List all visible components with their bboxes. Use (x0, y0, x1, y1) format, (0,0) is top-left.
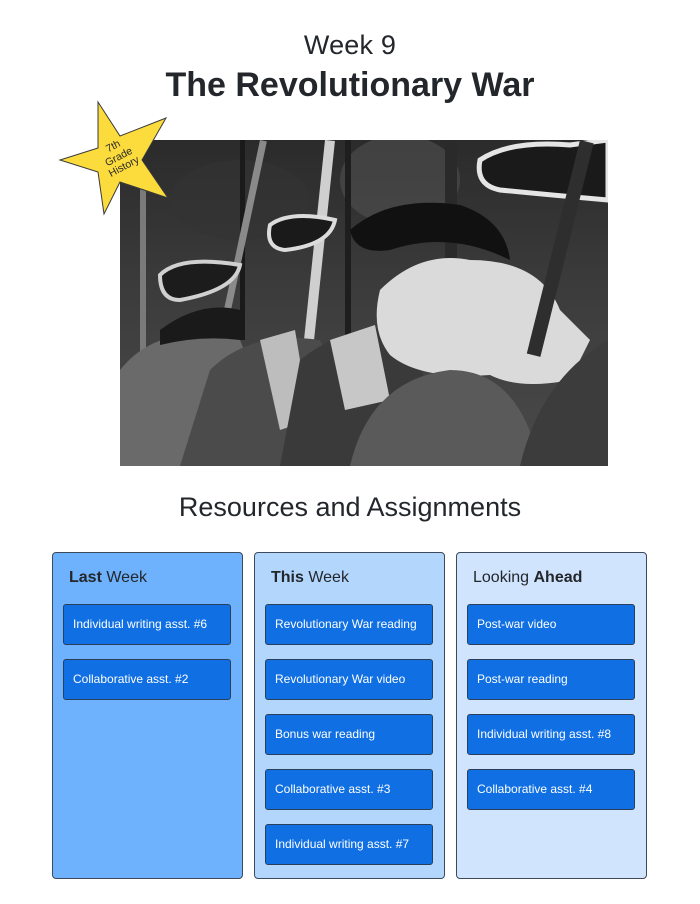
assignment-link[interactable]: Bonus war reading (265, 714, 433, 755)
column-header-rest: Week (303, 569, 349, 586)
column-header-bold: This (271, 569, 304, 586)
assignment-link[interactable]: Individual writing asst. #6 (63, 604, 231, 645)
assignment-link[interactable]: Post-war video (467, 604, 635, 645)
assignment-link[interactable]: Collaborative asst. #4 (467, 769, 635, 810)
assignment-link[interactable]: Revolutionary War video (265, 659, 433, 700)
assignment-link[interactable]: Individual writing asst. #8 (467, 714, 635, 755)
grade-badge: 7th Grade History (58, 98, 172, 216)
column-looking-ahead: Looking Ahead Post-war video Post-war re… (456, 552, 647, 879)
assignment-link[interactable]: Post-war reading (467, 659, 635, 700)
assignment-link[interactable]: Collaborative asst. #2 (63, 659, 231, 700)
assignment-link[interactable]: Collaborative asst. #3 (265, 769, 433, 810)
assignment-link[interactable]: Individual writing asst. #7 (265, 824, 433, 865)
assignment-link[interactable]: Revolutionary War reading (265, 604, 433, 645)
column-header: This Week (271, 569, 349, 587)
week-label: Week 9 (303, 30, 397, 60)
column-this-week: This Week Revolutionary War reading Revo… (254, 552, 445, 879)
hero-photo-illustration (120, 140, 608, 466)
column-header-rest: Week (101, 569, 147, 586)
hero-image (120, 140, 608, 466)
column-header-bold: Last (69, 569, 102, 586)
section-title: Resources and Assignments (178, 492, 522, 522)
column-header-bold: Ahead (533, 569, 583, 586)
column-header: Looking Ahead (473, 569, 582, 587)
column-last-week: Last Week Individual writing asst. #6 Co… (52, 552, 243, 879)
column-header-plain: Looking (473, 569, 534, 586)
column-header: Last Week (69, 569, 147, 587)
